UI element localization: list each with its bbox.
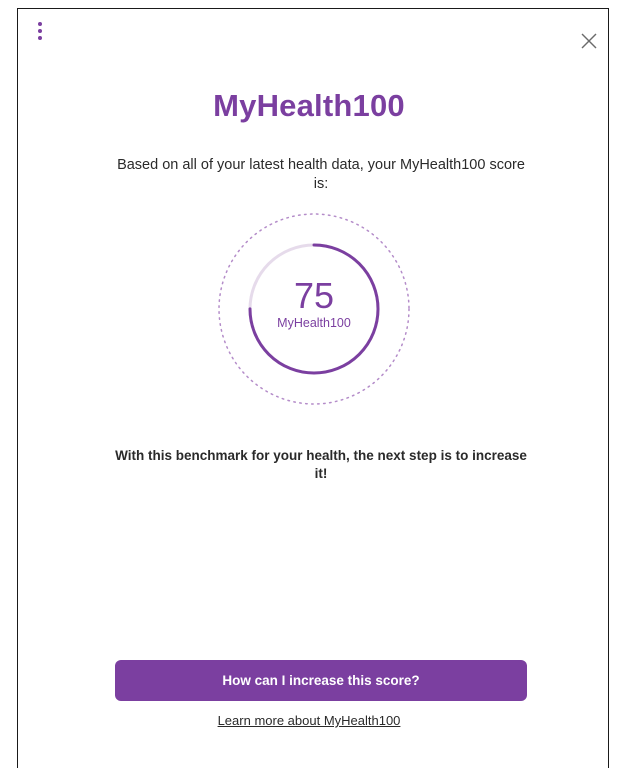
learn-more-link[interactable]: Learn more about MyHealth100 [0,713,618,728]
benchmark-text: With this benchmark for your health, the… [115,448,527,481]
close-icon[interactable] [578,30,600,52]
score-intro-text: Based on all of your latest health data,… [117,157,525,192]
score-label: MyHealth100 [277,316,351,330]
increase-score-button[interactable]: How can I increase this score? [115,660,527,701]
score-value: 75 [293,275,335,316]
page-title: MyHealth100 [213,88,405,123]
more-menu-icon[interactable] [34,18,46,44]
